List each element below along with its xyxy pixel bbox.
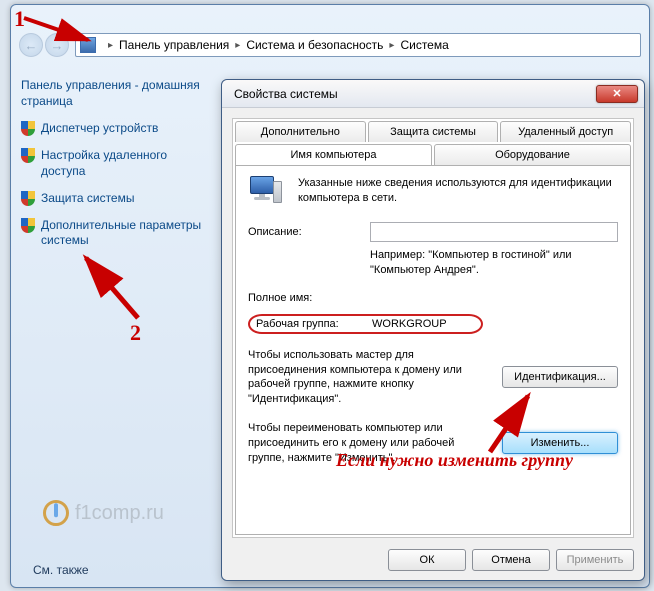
- description-input[interactable]: [370, 222, 618, 242]
- fullname-label: Полное имя:: [248, 292, 370, 304]
- close-button[interactable]: ✕: [596, 85, 638, 103]
- breadcrumb-bar[interactable]: ▸ Панель управления ▸ Система и безопасн…: [75, 33, 641, 57]
- apply-button[interactable]: Применить: [556, 549, 634, 571]
- tab-remote[interactable]: Удаленный доступ: [500, 121, 631, 142]
- watermark: f1comp.ru: [43, 500, 164, 526]
- dialog-titlebar[interactable]: Свойства системы ✕: [222, 80, 644, 108]
- shield-icon: [21, 191, 35, 207]
- sidebar: Панель управления - домашняя страница Ди…: [21, 77, 211, 260]
- see-also-label: См. также: [33, 563, 89, 577]
- nav-back-button[interactable]: ←: [19, 33, 43, 57]
- close-icon: ✕: [612, 87, 621, 100]
- chevron-right-icon: ▸: [389, 40, 394, 51]
- annotation-number-1: 1: [14, 6, 25, 32]
- control-panel-window: ← → ▸ Панель управления ▸ Система и безо…: [10, 4, 650, 588]
- breadcrumb-item[interactable]: Система: [400, 38, 448, 52]
- identification-button[interactable]: Идентификация...: [502, 366, 618, 388]
- description-row: Описание:: [248, 222, 618, 242]
- annotation-number-2: 2: [130, 320, 141, 346]
- system-properties-dialog: Свойства системы ✕ Дополнительно Защита …: [221, 79, 645, 581]
- example-text: Например: "Компьютер в гостиной" или "Ко…: [370, 248, 618, 278]
- tab-system-protection[interactable]: Защита системы: [368, 121, 499, 142]
- sidebar-heading[interactable]: Панель управления - домашняя страница: [21, 77, 211, 109]
- control-panel-icon: [80, 37, 96, 53]
- tab-hardware[interactable]: Оборудование: [434, 144, 631, 165]
- intro-text: Указанные ниже сведения используются для…: [298, 176, 618, 208]
- dialog-button-bar: ОК Отмена Применить: [222, 540, 644, 580]
- sidebar-link-advanced-settings[interactable]: Дополнительные параметры системы: [21, 218, 211, 249]
- sidebar-link-label: Защита системы: [41, 191, 134, 207]
- computer-icon: [248, 176, 282, 206]
- sidebar-link-device-manager[interactable]: Диспетчер устройств: [21, 121, 211, 137]
- breadcrumb-item[interactable]: Система и безопасность: [246, 38, 383, 52]
- description-label: Описание:: [248, 226, 370, 238]
- workgroup-label: Рабочая группа:: [256, 318, 372, 330]
- shield-icon: [21, 218, 35, 234]
- sidebar-link-label: Настройка удаленного доступа: [41, 148, 211, 179]
- dialog-title: Свойства системы: [234, 87, 338, 101]
- info-icon: [43, 500, 69, 526]
- nav-back-forward: ← →: [19, 33, 69, 57]
- tab-advanced[interactable]: Дополнительно: [235, 121, 366, 142]
- sidebar-link-label: Дополнительные параметры системы: [41, 218, 211, 249]
- fullname-row: Полное имя:: [248, 292, 618, 304]
- address-area: ← → ▸ Панель управления ▸ Система и безо…: [19, 33, 641, 57]
- dialog-body: Дополнительно Защита системы Удаленный д…: [232, 118, 634, 538]
- watermark-text: f1comp.ru: [75, 502, 164, 525]
- nav-forward-button[interactable]: →: [45, 33, 69, 57]
- shield-icon: [21, 121, 35, 137]
- breadcrumb-item[interactable]: Панель управления: [119, 38, 229, 52]
- sidebar-link-system-protection[interactable]: Защита системы: [21, 191, 211, 207]
- annotation-note: Если нужно изменить группу: [336, 450, 573, 471]
- tabs-row-1: Дополнительно Защита системы Удаленный д…: [235, 121, 631, 142]
- identification-row: Чтобы использовать мастер для присоедине…: [248, 348, 618, 407]
- chevron-right-icon: ▸: [235, 40, 240, 51]
- tab-computer-name[interactable]: Имя компьютера: [235, 144, 432, 165]
- ok-button[interactable]: ОК: [388, 549, 466, 571]
- cancel-button[interactable]: Отмена: [472, 549, 550, 571]
- tab-panel-computer-name: Указанные ниже сведения используются для…: [235, 165, 631, 535]
- tabs-row-2: Имя компьютера Оборудование: [235, 144, 631, 165]
- chevron-right-icon: ▸: [108, 40, 113, 51]
- sidebar-link-label: Диспетчер устройств: [41, 121, 158, 137]
- workgroup-value: WORKGROUP: [372, 318, 447, 330]
- sidebar-link-remote-settings[interactable]: Настройка удаленного доступа: [21, 148, 211, 179]
- identification-text: Чтобы использовать мастер для присоедине…: [248, 348, 492, 407]
- shield-icon: [21, 148, 35, 164]
- workgroup-row: Рабочая группа: WORKGROUP: [248, 314, 483, 334]
